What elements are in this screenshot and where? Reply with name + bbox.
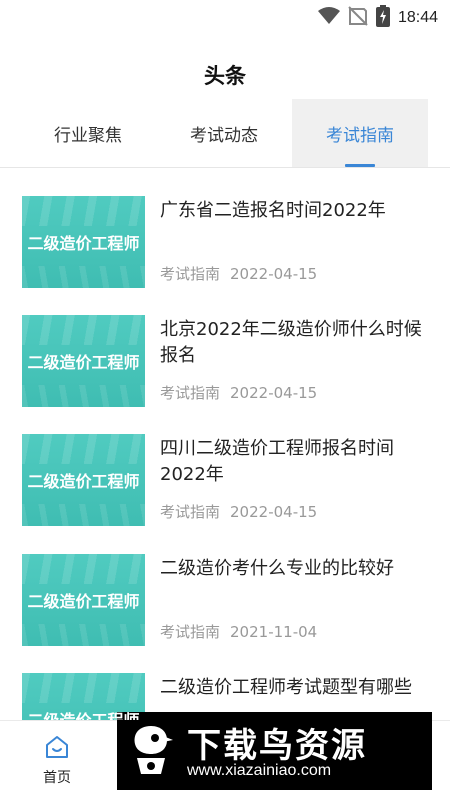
news-title: 北京2022年二级造价师什么时候报名 xyxy=(160,319,422,366)
news-item[interactable]: 二级造价工程师 北京2022年二级造价师什么时候报名 考试指南 2022-04-1… xyxy=(0,315,450,415)
news-thumbnail: 二级造价工程师 xyxy=(22,196,145,288)
status-time: 18:44 xyxy=(397,9,438,26)
tab-exam-guide[interactable]: 考试指南 xyxy=(292,99,428,167)
news-date: 2022-04-15 xyxy=(230,265,318,283)
news-item[interactable]: 二级造价工程师 广东省二造报名时间2022年 考试指南 2022-04-15 xyxy=(0,196,450,296)
battery-charging-icon xyxy=(375,5,390,31)
watermark: 下载鸟资源 www.xiazainiao.com xyxy=(117,712,432,790)
page-title: 头条 xyxy=(204,64,246,88)
no-signal-icon xyxy=(348,6,368,30)
news-meta: 考试指南 2022-04-15 xyxy=(160,501,317,522)
thumbnail-text: 二级造价工程师 xyxy=(27,234,140,253)
news-category: 考试指南 xyxy=(160,623,221,641)
news-date: 2022-04-15 xyxy=(230,384,318,402)
status-icons: 18:44 xyxy=(317,5,438,31)
nav-label-home: 首页 xyxy=(43,770,71,786)
news-title: 四川二级造价工程师报名时间2022年 xyxy=(160,438,394,485)
home-icon xyxy=(22,735,92,763)
thumbnail-text: 二级造价工程师 xyxy=(27,472,140,491)
news-category: 考试指南 xyxy=(160,503,221,521)
thumbnail-text: 二级造价工程师 xyxy=(27,353,140,372)
active-tab-indicator xyxy=(345,164,375,167)
thumbnail-text: 二级造价工程师 xyxy=(27,592,140,611)
news-thumbnail: 二级造价工程师 xyxy=(22,315,145,407)
news-category: 考试指南 xyxy=(160,265,221,283)
news-item[interactable]: 二级造价工程师 二级造价考什么专业的比较好 考试指南 2021-11-04 xyxy=(0,554,450,654)
news-meta: 考试指南 2021-11-04 xyxy=(160,621,317,642)
watermark-title: 下载鸟资源 xyxy=(187,726,367,766)
news-title: 二级造价考什么专业的比较好 xyxy=(160,558,394,579)
news-meta: 考试指南 2022-04-15 xyxy=(160,382,317,403)
news-meta: 考试指南 2022-04-15 xyxy=(160,263,317,284)
status-bar: 18:44 xyxy=(0,0,450,36)
nav-item-home[interactable]: 首页 xyxy=(22,735,92,787)
news-list: 二级造价工程师 广东省二造报名时间2022年 考试指南 2022-04-15 二级… xyxy=(0,168,450,720)
tab-bar: 行业聚焦 考试动态 考试指南 xyxy=(0,99,450,168)
tab-industry-focus[interactable]: 行业聚焦 xyxy=(20,99,156,167)
news-date: 2022-04-15 xyxy=(230,503,318,521)
news-thumbnail: 二级造价工程师 xyxy=(22,554,145,646)
tab-exam-news[interactable]: 考试动态 xyxy=(156,99,292,167)
bird-logo-icon xyxy=(127,722,175,780)
news-title: 广东省二造报名时间2022年 xyxy=(160,200,386,221)
thumbnail-text: 二级造价工程师 xyxy=(22,707,145,720)
news-title: 二级造价工程师考试题型有哪些 xyxy=(160,677,412,698)
news-thumbnail: 二级造价工程师 xyxy=(22,673,145,720)
news-date: 2021-11-04 xyxy=(230,623,318,641)
watermark-url: www.xiazainiao.com xyxy=(187,762,332,779)
news-item[interactable]: 二级造价工程师 四川二级造价工程师报名时间2022年 考试指南 2022-04-1… xyxy=(0,434,450,534)
news-category: 考试指南 xyxy=(160,384,221,402)
news-thumbnail: 二级造价工程师 xyxy=(22,434,145,526)
wifi-icon xyxy=(317,7,340,29)
